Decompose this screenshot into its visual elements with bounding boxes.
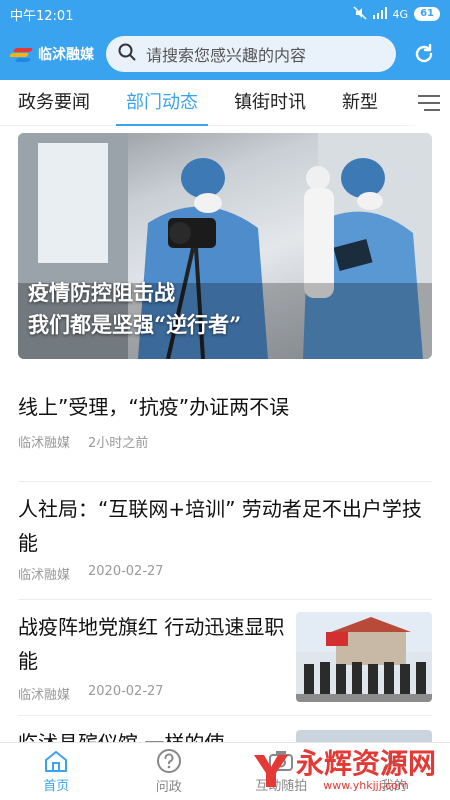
signal-icon bbox=[372, 6, 387, 22]
tab-menu-button[interactable] bbox=[402, 80, 450, 126]
hero-caption-line2: 我们都是坚强“逆行者” bbox=[28, 312, 242, 337]
news-source: 临沭融媒 bbox=[18, 688, 71, 703]
hero-banner[interactable]: 疫情防控阻击战 我们都是坚强“逆行者” bbox=[18, 133, 432, 359]
tab-town[interactable]: 镇街时讯 bbox=[216, 80, 324, 126]
watermark-text: 永辉资源网 bbox=[296, 746, 437, 780]
status-time: 中午12:01 bbox=[10, 8, 74, 24]
news-title: 战疫阵地党旗红 行动迅速显职能 bbox=[18, 615, 285, 673]
news-source: 临沭融媒 bbox=[18, 568, 71, 583]
news-item[interactable]: 线上”受理，“抗疫”办证两不误 临沭融媒 2小时之前 bbox=[18, 390, 432, 482]
news-time: 2020-02-27 bbox=[88, 564, 164, 579]
news-time: 2小时之前 bbox=[88, 436, 149, 451]
logo-text: 临沭融媒 bbox=[38, 47, 94, 63]
news-time: 2020-02-27 bbox=[88, 684, 164, 699]
logo-icon bbox=[8, 46, 34, 62]
home-icon bbox=[45, 751, 68, 772]
refresh-button[interactable] bbox=[408, 38, 440, 70]
hero-caption-line1: 疫情防控阻击战 bbox=[28, 280, 175, 305]
question-icon bbox=[156, 749, 181, 773]
tab-news[interactable]: 政务要闻 bbox=[0, 80, 108, 126]
tab-department[interactable]: 部门动态 bbox=[108, 80, 216, 126]
watermark-text-block: 永辉资源网 www.yhkjjj.com bbox=[296, 746, 437, 792]
network-label: 4G bbox=[392, 7, 409, 21]
menu-icon bbox=[418, 95, 440, 111]
status-bar: 中午12:01 4G 61 bbox=[0, 0, 450, 28]
app-logo: 临沭融媒 bbox=[8, 44, 94, 64]
status-icons: 4G 61 bbox=[353, 5, 440, 23]
news-meta: 临沭融媒 2小时之前 bbox=[18, 432, 432, 451]
search-input[interactable]: 请搜索您感兴趣的内容 bbox=[106, 36, 396, 72]
battery-icon: 61 bbox=[414, 7, 440, 21]
watermark-logo-icon bbox=[254, 755, 288, 787]
news-item[interactable]: 人社局：“互联网+培训” 劳动者足不出户学技能 临沭融媒 2020-02-27 bbox=[18, 492, 432, 600]
news-thumbnail bbox=[296, 612, 432, 702]
mute-icon bbox=[353, 5, 367, 23]
nav-home-label: 首页 bbox=[43, 779, 70, 794]
watermark: 永辉资源网 www.yhkjjj.com bbox=[250, 740, 450, 800]
hero-caption: 疫情防控阻击战 我们都是坚强“逆行者” bbox=[28, 277, 241, 341]
news-item[interactable]: 战疫阵地党旗红 行动迅速显职能 临沭融媒 2020-02-27 bbox=[18, 610, 432, 716]
nav-inquiry-label: 问政 bbox=[155, 780, 182, 795]
tab-new-type[interactable]: 新型 bbox=[324, 80, 396, 126]
search-icon bbox=[118, 43, 136, 65]
nav-home[interactable]: 首页 bbox=[0, 743, 113, 800]
news-title: 线上”受理，“抗疫”办证两不误 bbox=[18, 395, 290, 419]
news-title: 人社局：“互联网+培训” 劳动者足不出户学技能 bbox=[18, 497, 422, 555]
search-placeholder: 请搜索您感兴趣的内容 bbox=[146, 46, 307, 65]
category-tabs: 政务要闻 部门动态 镇街时讯 新型 bbox=[0, 80, 450, 126]
app-header: 临沭融媒 请搜索您感兴趣的内容 bbox=[0, 28, 450, 80]
nav-inquiry[interactable]: 问政 bbox=[113, 743, 226, 800]
news-meta: 临沭融媒 2020-02-27 bbox=[18, 564, 432, 583]
watermark-url: www.yhkjjj.com bbox=[323, 778, 409, 792]
news-source: 临沭融媒 bbox=[18, 436, 71, 451]
refresh-icon bbox=[415, 43, 433, 63]
